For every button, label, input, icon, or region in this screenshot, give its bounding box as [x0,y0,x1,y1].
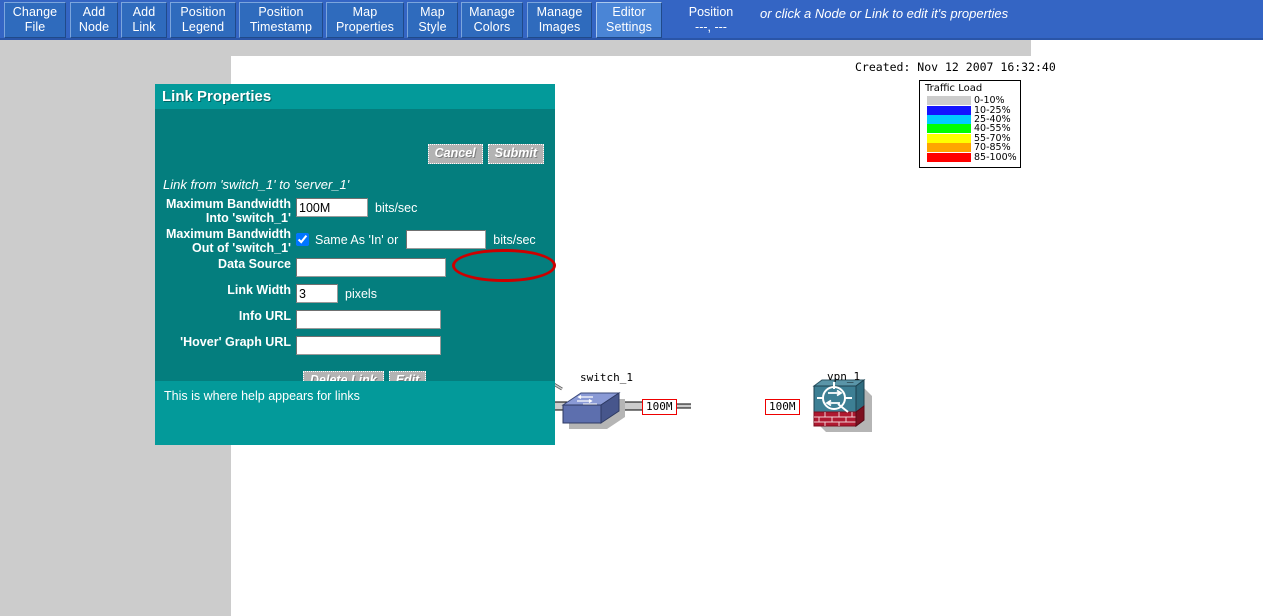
submit-button[interactable]: Submit [487,144,544,164]
link-width-label: Link Width [227,283,291,297]
bandwidth-in-input[interactable] [296,198,368,217]
dialog-help-text: This is where help appears for links [155,381,555,445]
bandwidth-out-label: Maximum Bandwidth Out of 'switch_1' [165,227,291,255]
hover-graph-input[interactable] [296,336,441,355]
hover-graph-label: 'Hover' Graph URL [180,335,291,349]
link-from-text: Link from 'switch_1' to 'server_1' [163,177,350,192]
row-hover-graph-url: 'Hover' Graph URL [155,335,555,355]
data-source-input[interactable] [296,258,446,277]
editor-toolbar: Change File Add Node Add Link Position Lege… [0,0,1263,40]
dialog-title: Link Properties [155,84,555,109]
bandwidth-in-label: Maximum Bandwidth Into 'switch_1' [165,197,291,225]
row-link-width: Link Width pixels [155,283,555,303]
link-label-in[interactable]: 100M [642,399,677,415]
toolbar-button-position-legend[interactable]: Position Legend [170,2,236,38]
dialog-action-buttons: Cancel Submit [427,144,544,164]
toolbar-button-manage-images[interactable]: Manage Images [527,2,592,38]
row-data-source: Data Source [155,257,555,277]
node-label-switch_1: switch_1 [580,371,633,384]
link-width-unit: pixels [345,286,377,301]
cancel-button[interactable]: Cancel [427,144,483,164]
bandwidth-out-unit: bits/sec [493,232,536,247]
row-bandwidth-in: Maximum Bandwidth Into 'switch_1' bits/s… [155,197,555,225]
node-label-vpn_1: vpn_1 [827,370,861,383]
toolbar-button-map-style[interactable]: Map Style [407,2,458,38]
toolbar-button-manage-colors[interactable]: Manage Colors [461,2,523,38]
same-as-in-label: Same As 'In' or [315,232,399,247]
bandwidth-out-input[interactable] [406,230,487,249]
row-info-url: Info URL [155,309,555,329]
dialog-body: Cancel Submit Link from 'switch_1' to 's… [155,109,556,391]
toolbar-button-add-node[interactable]: Add Node [70,2,118,38]
toolbar-button-position-timestamp[interactable]: Position Timestamp [239,2,323,38]
info-url-label: Info URL [238,309,291,323]
toolbar-button-add-link[interactable]: Add Link [121,2,167,38]
toolbar-button-map-properties[interactable]: Map Properties [326,2,404,38]
info-url-input[interactable] [296,310,441,329]
toolbar-hint: or click a Node or Link to edit it's pro… [760,5,1009,21]
link-properties-dialog: Link Properties Cancel Submit Link from … [155,84,556,445]
row-bandwidth-out: Maximum Bandwidth Out of 'switch_1' Same… [155,227,555,255]
position-readout: Position ---, --- [688,5,734,34]
toolbar-button-editor-settings[interactable]: Editor Settings [596,2,662,38]
toolbar-button-change-file[interactable]: Change File [4,2,66,38]
editor-window: Change File Add Node Add Link Position Lege… [0,0,1263,616]
link-width-input[interactable] [296,284,338,303]
same-as-in-checkbox[interactable] [296,233,309,246]
right-white-margin [1031,40,1263,616]
data-source-label: Data Source [218,257,291,271]
link-label-out[interactable]: 100M [765,399,800,415]
bandwidth-in-unit: bits/sec [375,200,418,215]
